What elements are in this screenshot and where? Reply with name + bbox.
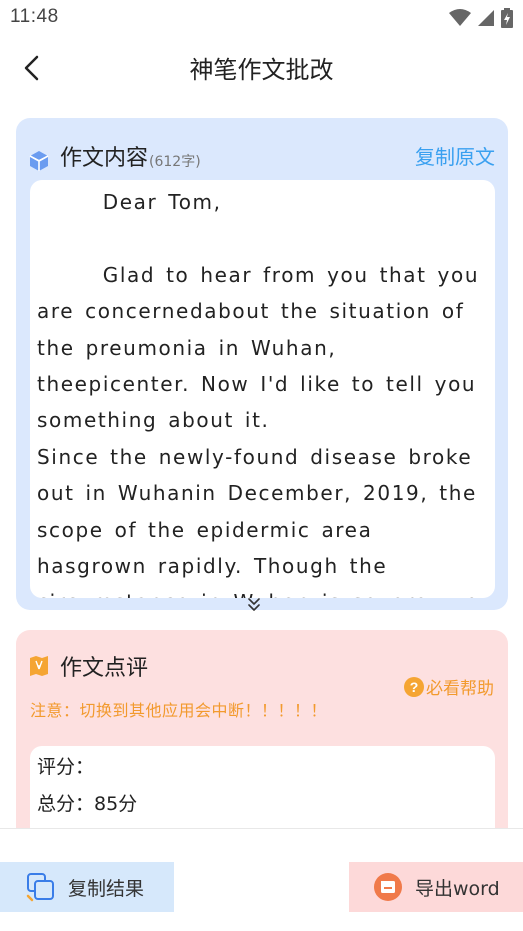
essay-text: Dear Tom, Glad to hear from you that you… xyxy=(37,190,480,598)
copy-result-label: 复制结果 xyxy=(68,877,145,900)
status-icons xyxy=(449,8,513,28)
total-score: 总分：85分 xyxy=(37,793,138,815)
essay-card-title: 作文内容 xyxy=(60,146,149,171)
book-icon xyxy=(30,656,48,676)
status-time: 11:48 xyxy=(10,6,59,27)
question-icon: ? xyxy=(404,676,424,697)
copy-icon xyxy=(26,873,54,902)
score-label: 评分： xyxy=(37,756,95,778)
copy-original-button[interactable]: 复制原文 xyxy=(415,141,495,170)
page-title: 神笔作文批改 xyxy=(189,56,334,84)
essay-content-card: 作文内容 (612字) 复制原文 Dear Tom, Glad to hear … xyxy=(16,118,508,613)
cellular-signal-icon xyxy=(478,10,494,26)
expand-down-icon[interactable] xyxy=(245,595,263,613)
header: 神笔作文批改 xyxy=(0,36,523,100)
comment-card-title: 作文点评 xyxy=(60,656,149,681)
wifi-icon xyxy=(449,9,471,26)
battery-icon xyxy=(501,8,513,28)
help-link-label: 必看帮助 xyxy=(426,679,494,699)
essay-text-box[interactable]: Dear Tom, Glad to hear from you that you… xyxy=(30,180,495,598)
help-link[interactable]: ? 必看帮助 xyxy=(404,674,494,699)
comment-card-header: 作文点评 xyxy=(28,650,148,682)
cube-icon xyxy=(29,151,49,171)
copy-result-button[interactable]: 复制结果 xyxy=(0,862,174,912)
essay-comment-card: 作文点评 ? 必看帮助 注意：切换到其他应用会中断！！！！！ 评分： 总分：85… xyxy=(16,630,508,866)
export-word-button[interactable]: 导出word xyxy=(349,862,523,912)
bottom-action-bar: 复制结果 导出word xyxy=(0,828,523,931)
export-word-label: 导出word xyxy=(415,877,500,900)
status-bar: 11:48 xyxy=(0,0,523,36)
essay-card-header: 作文内容 (612字) xyxy=(28,140,201,172)
interrupt-notice: 注意：切换到其他应用会中断！！！！！ xyxy=(30,701,328,720)
document-icon xyxy=(374,873,402,901)
essay-word-count: (612字) xyxy=(149,154,201,170)
